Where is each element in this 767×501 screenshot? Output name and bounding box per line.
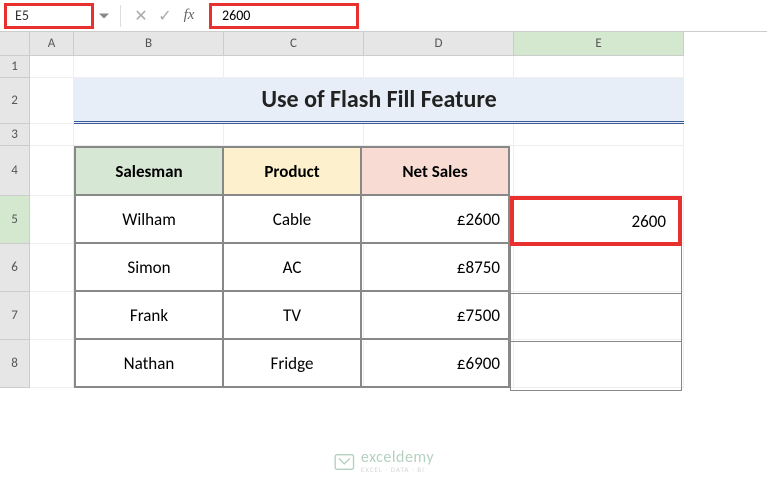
cell-netsales[interactable]: £8750 xyxy=(361,243,509,291)
row-header-6[interactable]: 6 xyxy=(0,244,30,292)
select-all-corner[interactable] xyxy=(0,32,30,56)
cell-product[interactable]: AC xyxy=(223,243,361,291)
fx-icon[interactable]: fx xyxy=(177,4,201,28)
row-header-8[interactable]: 8 xyxy=(0,340,30,388)
header-netsales[interactable]: Net Sales xyxy=(361,147,509,195)
confirm-icon[interactable]: ✓ xyxy=(153,4,177,28)
table-row: Nathan Fridge £6900 xyxy=(75,339,509,387)
col-header-E[interactable]: E xyxy=(514,32,684,56)
watermark-text: exceldemy xyxy=(361,450,434,466)
column-E-empty-cells xyxy=(510,246,682,391)
name-box-value: E5 xyxy=(15,7,29,24)
table-header-row: Salesman Product Net Sales xyxy=(75,147,509,195)
formula-bar: E5 ✕ ✓ fx 2600 xyxy=(0,0,767,32)
row-header-3[interactable]: 3 xyxy=(0,124,30,146)
cell-netsales[interactable]: £7500 xyxy=(361,291,509,339)
row-header-5[interactable]: 5 xyxy=(0,196,30,244)
spreadsheet-grid: A B C D E 1 2 3 4 5 6 7 8 xyxy=(0,32,767,388)
col-header-D[interactable]: D xyxy=(364,32,514,56)
row-header-2[interactable]: 2 xyxy=(0,78,30,124)
row-headers: 1 2 3 4 5 6 7 8 xyxy=(0,56,30,388)
row-header-4[interactable]: 4 xyxy=(0,146,30,196)
watermark: exceldemy EXCEL · DATA · BI xyxy=(333,450,434,473)
row-header-1[interactable]: 1 xyxy=(0,56,30,78)
data-table: Salesman Product Net Sales Wilham Cable … xyxy=(74,146,510,388)
cell-salesman[interactable]: Frank xyxy=(75,291,223,339)
cell-E6[interactable] xyxy=(511,246,681,294)
column-headers: A B C D E xyxy=(30,32,684,56)
cell-salesman[interactable]: Wilham xyxy=(75,195,223,243)
cell-netsales[interactable]: £6900 xyxy=(361,339,509,387)
table-row: Frank TV £7500 xyxy=(75,291,509,339)
cell-E8[interactable] xyxy=(511,342,681,390)
cell-salesman[interactable]: Simon xyxy=(75,243,223,291)
divider xyxy=(120,5,121,27)
name-box[interactable]: E5 xyxy=(4,3,94,29)
col-header-A[interactable]: A xyxy=(30,32,74,56)
watermark-subtext: EXCEL · DATA · BI xyxy=(361,466,434,473)
watermark-logo-icon xyxy=(333,451,355,473)
col-header-B[interactable]: B xyxy=(74,32,224,56)
cell-netsales[interactable]: £2600 xyxy=(361,195,509,243)
selected-cell-value: 2600 xyxy=(632,211,666,232)
table-row: Simon AC £8750 xyxy=(75,243,509,291)
cell-product[interactable]: Fridge xyxy=(223,339,361,387)
header-product[interactable]: Product xyxy=(223,147,361,195)
cell-E7[interactable] xyxy=(511,294,681,342)
header-salesman[interactable]: Salesman xyxy=(75,147,223,195)
table-row: Wilham Cable £2600 xyxy=(75,195,509,243)
cancel-icon[interactable]: ✕ xyxy=(129,4,153,28)
row-header-7[interactable]: 7 xyxy=(0,292,30,340)
selected-cell-E5[interactable]: 2600 xyxy=(510,196,682,246)
col-header-C[interactable]: C xyxy=(224,32,364,56)
cell-product[interactable]: Cable xyxy=(223,195,361,243)
cell-product[interactable]: TV xyxy=(223,291,361,339)
cell-salesman[interactable]: Nathan xyxy=(75,339,223,387)
name-box-dropdown-icon[interactable] xyxy=(99,13,109,18)
cells-area[interactable]: Use of Flash Fill Feature Salesman Produ… xyxy=(30,56,684,388)
formula-value: 2600 xyxy=(222,7,250,24)
sheet-title[interactable]: Use of Flash Fill Feature xyxy=(74,78,684,124)
formula-input[interactable]: 2600 xyxy=(209,3,359,29)
